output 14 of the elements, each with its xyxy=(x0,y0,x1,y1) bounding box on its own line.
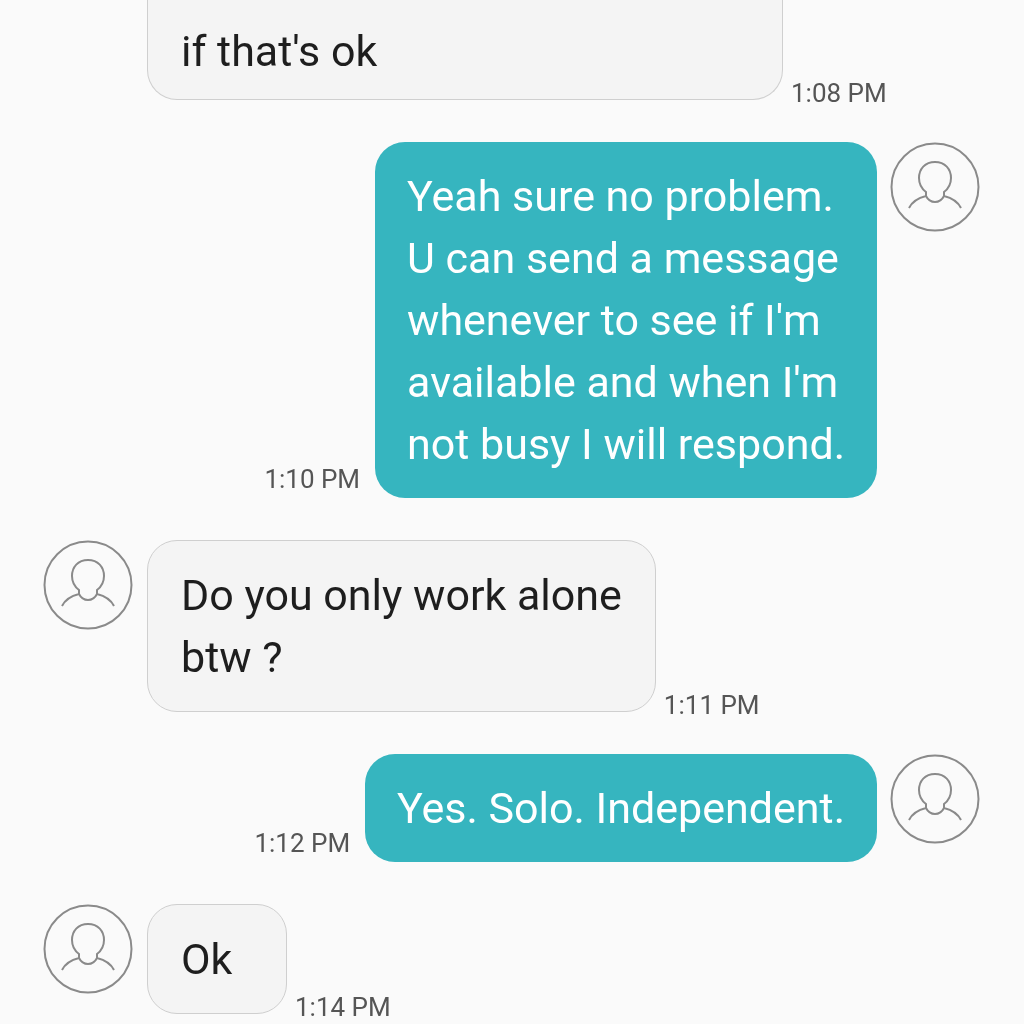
message-time: 1:10 PM xyxy=(264,464,361,494)
message-time: 1:08 PM xyxy=(791,78,887,108)
received-message-bubble: if that's ok xyxy=(147,0,783,100)
message-time: 1:14 PM xyxy=(295,992,391,1022)
sent-message-bubble: Yes. Solo. Independent. xyxy=(365,754,877,862)
received-message-bubble: Ok xyxy=(147,904,287,1014)
avatar-icon[interactable] xyxy=(890,142,980,232)
message-time: 1:11 PM xyxy=(663,690,760,720)
avatar-icon[interactable] xyxy=(43,540,133,630)
received-message-bubble: Do you only work alone btw ? xyxy=(147,540,656,712)
avatar-icon[interactable] xyxy=(43,904,133,994)
avatar-icon[interactable] xyxy=(890,754,980,844)
message-time: 1:12 PM xyxy=(254,828,351,858)
sent-message-bubble: Yeah sure no problem. U can send a message whenever to see if I'm available and when I'm not busy I will respond. xyxy=(375,142,877,498)
